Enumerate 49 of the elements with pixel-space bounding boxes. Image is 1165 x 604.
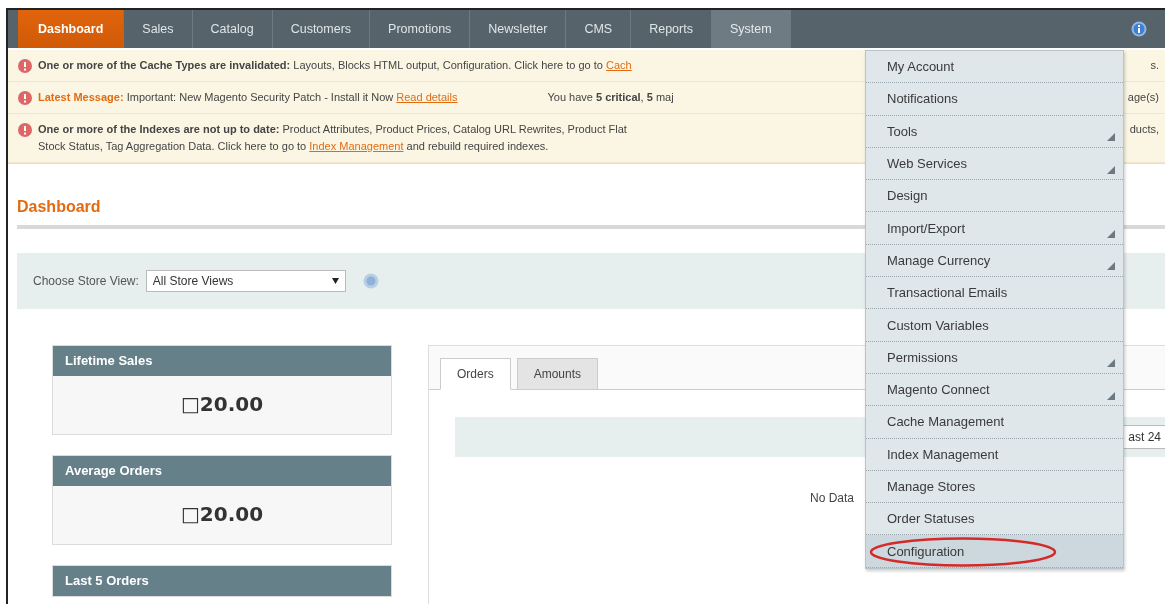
alert-text: One or more of the Cache Types are invalidated: Layouts, Blocks HTML output, Configuration. Click here to go to Cach [38,58,632,73]
menu-item[interactable]: Web Services [866,147,1123,181]
empty-message: No Data [810,491,856,505]
store-view-select[interactable]: All Store Views [145,270,346,292]
nav-tab[interactable]: Reports [631,10,712,48]
menu-item[interactable]: Cache Management [866,406,1123,439]
nav-tab[interactable]: Customers [272,10,371,48]
alert-icon [18,91,32,105]
alert-icon [18,59,32,73]
menu-item[interactable]: Index Management [866,438,1123,471]
menu-item[interactable]: My Account [866,51,1123,84]
store-view-label: Choose Store View: [33,274,139,288]
menu-item[interactable]: Tools [866,115,1123,148]
chart-tab[interactable]: Amounts [516,358,599,390]
menu-item[interactable]: Import/Export [866,212,1123,245]
alert-icon [18,123,32,137]
page-title: Dashboard [17,198,102,216]
nav-tab[interactable]: Promotions [370,10,471,48]
menu-item[interactable]: Manage Currency [866,244,1123,278]
menu-item[interactable]: Transactional Emails [866,277,1123,310]
nav-tab[interactable]: CMS [566,10,632,48]
nav-tab[interactable]: Dashboard [18,10,125,48]
nav-tab[interactable]: Catalog [192,10,273,48]
period-select[interactable]: ast 24 [1123,425,1165,449]
alert-text: s. [1150,58,1159,73]
chart-tab[interactable]: Orders [440,358,511,390]
alert-text: Latest Message: Important: New Magento Security Patch - Install it Now Read details [38,90,458,105]
menu-item[interactable]: Magento Connect [866,373,1123,407]
menu-item[interactable]: Notifications [866,83,1123,116]
card-title: Last 5 Orders [53,566,391,596]
menu-item[interactable]: Manage Stores [866,470,1123,504]
alert-text: One or more of the Indexes are not up to date: Product Attributes, Product Prices, Catalog URL Rewrites, Product Flat [38,122,627,137]
nav-tab[interactable]: System [711,10,791,48]
menu-item[interactable]: Design [866,180,1123,213]
card-title: Lifetime Sales [53,346,391,376]
card-value: □20.00 [179,501,265,528]
alert-text: Stock Status, Tag Aggregation Data. Click here to go to Index Management and rebuild required indexes. [38,139,549,154]
card-title: Average Orders [53,456,391,486]
alert-text: age(s) [1127,90,1159,105]
alert-text: ducts, [1129,122,1159,137]
notice-summary: You have 5 critical, 5 maj [547,90,674,105]
menu-item[interactable]: Custom Variables [866,309,1123,342]
help-icon[interactable] [1131,21,1147,37]
card-value: □20.00 [179,391,265,418]
nav-tab[interactable]: Newsletter [470,10,567,48]
menu-item[interactable]: Configuration [866,535,1123,568]
menu-item[interactable]: Permissions [866,341,1123,374]
caret-icon [331,278,339,284]
nav-tab[interactable]: Sales [124,10,193,48]
